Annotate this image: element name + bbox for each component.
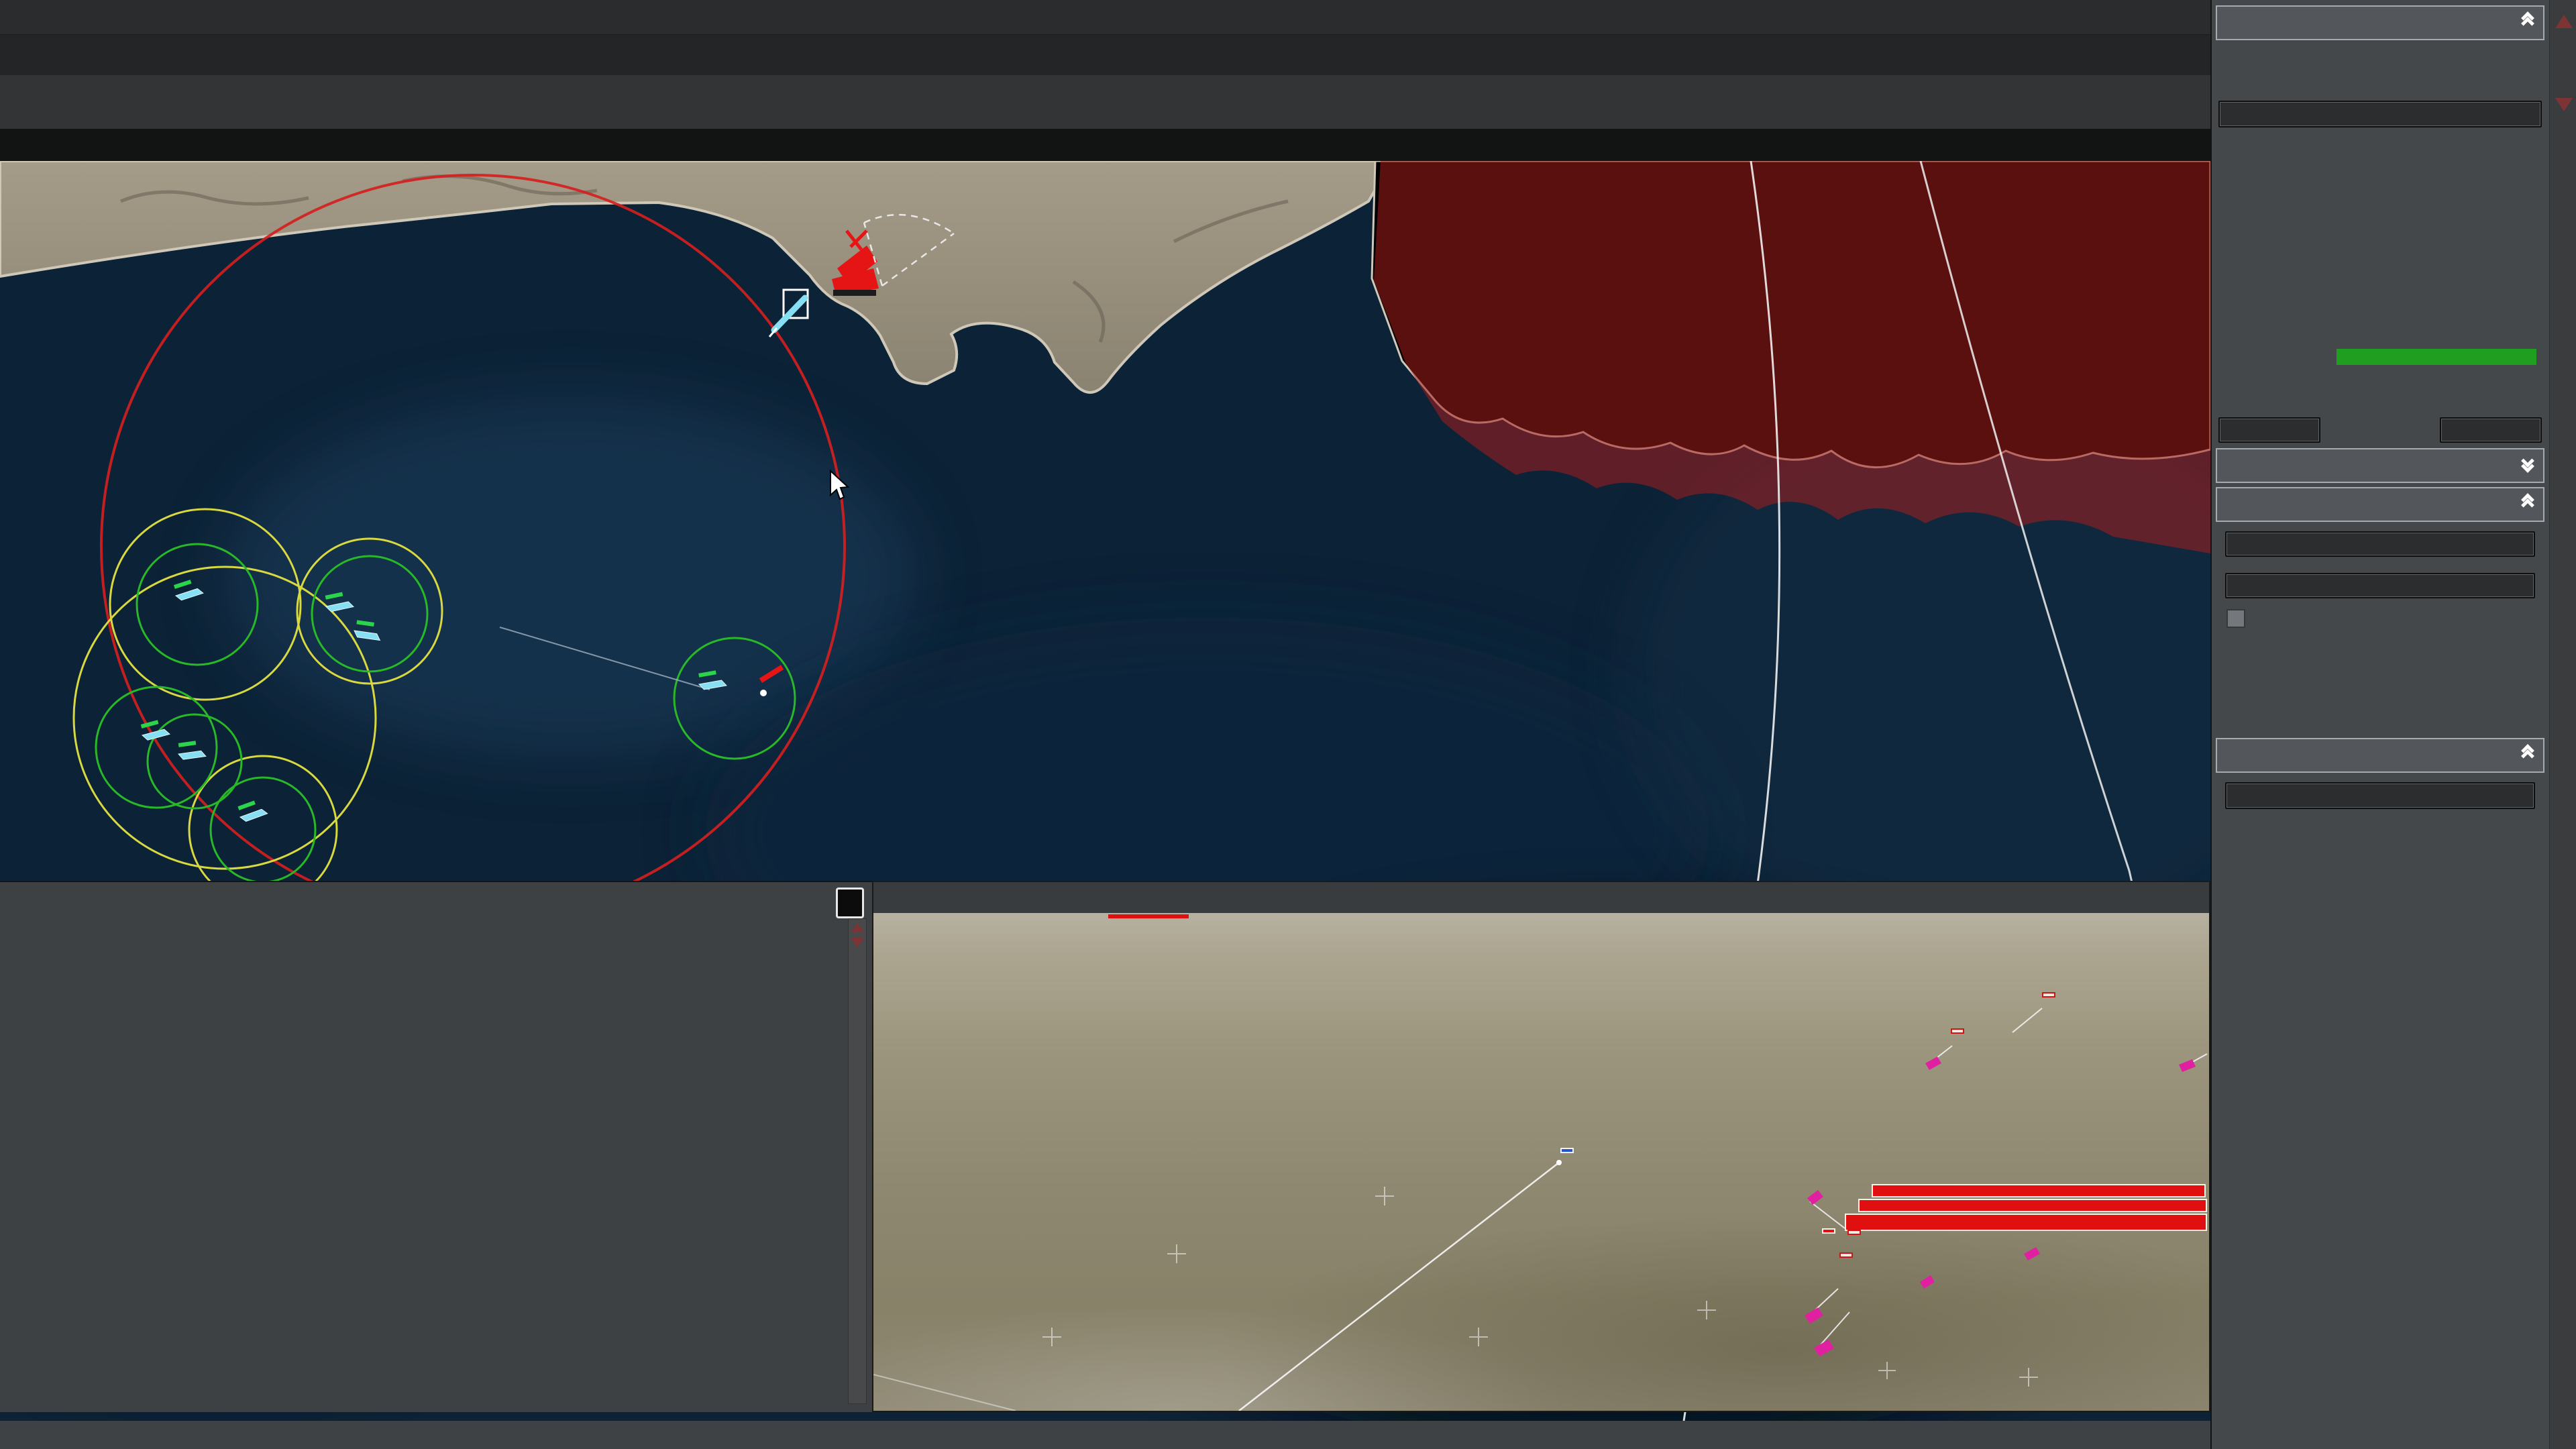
- 3d-view-window: [872, 881, 2210, 1412]
- landmass-west: [0, 161, 1394, 394]
- tarmac-label[interactable]: [1839, 1252, 1853, 1258]
- expand-down-icon: [2521, 454, 2534, 473]
- 3d-graphics: [873, 914, 2208, 1411]
- collapse-up-icon: [2521, 11, 2534, 30]
- friendly-unit-icon[interactable]: [177, 740, 207, 760]
- stacked-label-bar: [1845, 1214, 2207, 1231]
- log-download-button[interactable]: [836, 888, 864, 918]
- emcon-window-button[interactable]: [2225, 531, 2535, 557]
- sensors-window-button[interactable]: [2225, 573, 2535, 598]
- doctrine-header[interactable]: [2216, 738, 2544, 773]
- clipped-label-bar: [1108, 914, 1189, 918]
- unit-message-log-button[interactable]: [2218, 101, 2542, 127]
- label-leader-lines: [1809, 1008, 2208, 1348]
- systems-health-bar: [2337, 349, 2536, 365]
- unit-alt-speed-header[interactable]: [2216, 448, 2544, 483]
- selected-missile-icon[interactable]: [768, 288, 809, 337]
- 3d-view-content[interactable]: [873, 913, 2209, 1411]
- scroll-up-icon[interactable]: [2555, 15, 2573, 28]
- sam-label[interactable]: [1951, 1028, 1964, 1034]
- scroll-up-icon[interactable]: [851, 923, 864, 932]
- right-sidebar: [2210, 0, 2576, 1449]
- stacked-label-bar: [1872, 1184, 2206, 1197]
- missile-3d-label[interactable]: [1560, 1148, 1574, 1153]
- friendly-unit-icon[interactable]: [237, 798, 268, 822]
- toolbar: [0, 75, 2210, 129]
- scroll-down-icon[interactable]: [2555, 98, 2573, 111]
- time-bar: [0, 129, 2210, 161]
- unit-status-header[interactable]: [2216, 5, 2544, 40]
- mig-label[interactable]: [2042, 992, 2055, 998]
- parking-label[interactable]: [1847, 1230, 1861, 1235]
- clipped-label: [1822, 1228, 1835, 1234]
- scroll-down-icon[interactable]: [851, 938, 864, 947]
- friendly-unit-icon[interactable]: [172, 577, 204, 601]
- sidebar-scrollbar[interactable]: [2549, 0, 2576, 1449]
- menu-bar: [0, 0, 2210, 35]
- collapse-up-icon: [2521, 493, 2534, 512]
- unit-emcon-header[interactable]: [2216, 487, 2544, 522]
- message-log-scrollbar[interactable]: [848, 918, 867, 1404]
- window-controls: [2121, 882, 2198, 913]
- inherit-checkbox[interactable]: [2226, 609, 2245, 628]
- 3d-view-titlebar[interactable]: [873, 882, 2209, 913]
- weapons-button[interactable]: [2440, 417, 2542, 443]
- bottom-status-bar: [0, 1421, 2210, 1449]
- collapse-up-icon: [2521, 744, 2534, 763]
- hostile-zone-overlay: [1374, 161, 2210, 553]
- sensors-button[interactable]: [2218, 417, 2320, 443]
- missile-trail: [1238, 1162, 1560, 1411]
- contrail: [873, 1374, 1016, 1411]
- missile-dot: [1556, 1160, 1562, 1165]
- app-window: [0, 0, 2576, 1449]
- playback-bar: [0, 35, 2210, 75]
- doctrine-window-button[interactable]: [2225, 782, 2535, 809]
- stacked-label-bar: [1858, 1199, 2207, 1212]
- message-log-panel: [0, 881, 872, 1412]
